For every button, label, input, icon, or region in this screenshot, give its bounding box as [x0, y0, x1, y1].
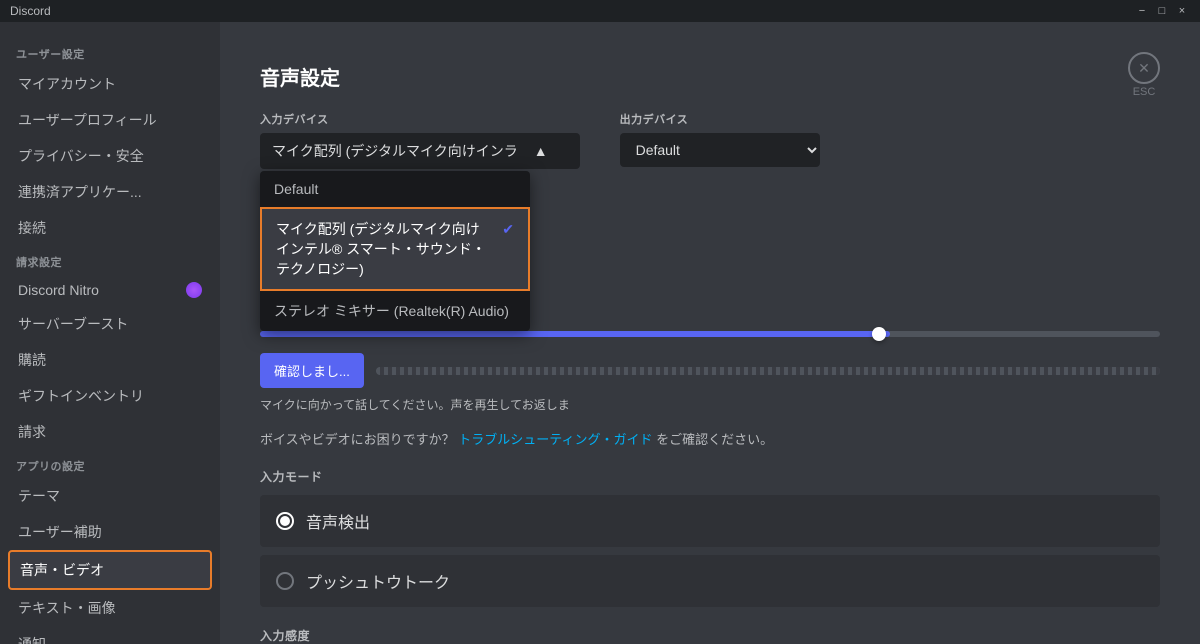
close-button[interactable]: ×	[1174, 3, 1190, 19]
minimize-button[interactable]: −	[1134, 3, 1150, 19]
sidebar-section-billing: 請求設定	[8, 246, 212, 274]
radio-circle-ptt	[276, 572, 294, 590]
input-device-chevron: ▲	[534, 143, 548, 159]
sidebar-item-billing[interactable]: 請求	[8, 414, 212, 450]
dropdown-item-mic-array[interactable]: マイク配列 (デジタルマイク向けインテル® スマート・サウンド・テクノロジー) …	[260, 207, 530, 291]
page-title: 音声設定	[260, 62, 1160, 91]
sidebar-item-linked-apps[interactable]: 連携済アプリケー...	[8, 174, 212, 210]
output-device-group: 出力デバイス Default	[620, 111, 820, 169]
app-container: Discord − □ × ユーザー設定 マイアカウント ユーザープロフィール …	[0, 0, 1200, 644]
troubleshoot-row: ボイスやビデオにお困りですか？ トラブルシューティング・ガイド をご確認ください…	[260, 429, 1160, 448]
esc-button[interactable]: ✕ ESC	[1128, 52, 1160, 98]
input-mode-section: 入力モード 音声検出 プッシュトウトーク	[260, 468, 1160, 607]
main-layout: ユーザー設定 マイアカウント ユーザープロフィール プライバシー・安全 連携済ア…	[0, 22, 1200, 644]
sensitivity-section: 入力感度 入力感度を自動調整する ✔ インジケーターが緑に点灯している時は、Di…	[260, 627, 1160, 644]
check-mark-icon: ✔	[502, 221, 514, 238]
input-device-group: 入力デバイス マイク配列 (デジタルマイク向けインラ ▲ ② Default	[260, 111, 580, 169]
sidebar-item-discord-nitro[interactable]: Discord Nitro	[8, 274, 212, 306]
sidebar: ユーザー設定 マイアカウント ユーザープロフィール プライバシー・安全 連携済ア…	[0, 22, 220, 644]
sidebar-item-server-boost[interactable]: サーバーブースト	[8, 306, 212, 342]
content-area: ✕ ESC 音声設定 入力デバイス マイク配列 (デジタルマイク向けインラ ▲	[220, 22, 1200, 644]
troubleshoot-link[interactable]: トラブルシューティング・ガイド	[458, 432, 652, 447]
sidebar-item-privacy-safety[interactable]: プライバシー・安全	[8, 138, 212, 174]
radio-push-to-talk[interactable]: プッシュトウトーク	[260, 555, 1160, 607]
sidebar-item-voice-video[interactable]: 音声・ビデオ	[8, 550, 212, 590]
app-title: Discord	[10, 4, 51, 18]
sidebar-item-connections[interactable]: 接続	[8, 210, 212, 246]
title-bar: Discord − □ ×	[0, 0, 1200, 22]
volume-slider-fill	[260, 331, 890, 337]
input-device-select-wrapper: マイク配列 (デジタルマイク向けインラ ▲ ② Default マイク配列 (デ…	[260, 133, 580, 169]
confirm-button[interactable]: 確認しまし...	[260, 353, 364, 388]
input-mode-label: 入力モード	[260, 468, 1160, 485]
input-device-select[interactable]: マイク配列 (デジタルマイク向けインラ ▲	[260, 133, 580, 169]
nitro-icon	[186, 282, 202, 298]
esc-label: ESC	[1133, 86, 1156, 98]
maximize-button[interactable]: □	[1154, 3, 1170, 19]
sidebar-item-text-image[interactable]: テキスト・画像	[8, 590, 212, 626]
audio-bar-container	[376, 367, 1160, 375]
volume-slider-track[interactable]	[260, 331, 1160, 337]
sidebar-section-app-settings: アプリの設定	[8, 450, 212, 478]
sensitivity-header: 入力感度	[260, 627, 1160, 644]
input-device-label: 入力デバイス	[260, 111, 580, 127]
sidebar-item-user-profile[interactable]: ユーザープロフィール	[8, 102, 212, 138]
volume-slider-thumb[interactable]	[872, 327, 886, 341]
output-device-label: 出力デバイス	[620, 111, 820, 127]
title-bar-left: Discord	[10, 4, 51, 18]
sidebar-item-user-assist[interactable]: ユーザー補助	[8, 514, 212, 550]
test-section: 確認しまし... マイクに向かって話してください。声を再生してお返しま	[260, 353, 1160, 413]
esc-circle: ✕	[1128, 52, 1160, 84]
test-description: マイクに向かって話してください。声を再生してお返しま	[260, 396, 1160, 413]
sidebar-item-my-account[interactable]: マイアカウント	[8, 66, 212, 102]
sidebar-item-notifications[interactable]: 通知	[8, 626, 212, 644]
sidebar-item-theme[interactable]: テーマ	[8, 478, 212, 514]
input-device-dropdown: ② Default マイク配列 (デジタルマイク向けインテル® スマート・サウン…	[260, 171, 530, 331]
dropdown-item-stereo-mixer[interactable]: ステレオ ミキサー (Realtek(R) Audio)	[260, 291, 530, 331]
sensitivity-title: 入力感度	[260, 627, 310, 644]
sidebar-item-gift-inventory[interactable]: ギフトインベントリ	[8, 378, 212, 414]
radio-voice-detection[interactable]: 音声検出	[260, 495, 1160, 547]
radio-label-ptt: プッシュトウトーク	[306, 569, 450, 593]
sidebar-section-user-settings: ユーザー設定	[8, 38, 212, 66]
title-bar-controls: − □ ×	[1134, 3, 1190, 19]
test-row: 確認しまし...	[260, 353, 1160, 388]
device-form-row: 入力デバイス マイク配列 (デジタルマイク向けインラ ▲ ② Default	[260, 111, 1160, 169]
input-mode-radio-group: 音声検出 プッシュトウトーク	[260, 495, 1160, 607]
output-device-select-wrapper: Default	[620, 133, 820, 167]
radio-label-voice: 音声検出	[306, 509, 370, 533]
radio-inner-voice	[280, 516, 290, 526]
sidebar-item-purchase[interactable]: 購読	[8, 342, 212, 378]
dropdown-item-default[interactable]: Default	[260, 171, 530, 207]
audio-bar-fill	[376, 367, 1160, 375]
radio-circle-voice	[276, 512, 294, 530]
output-device-select[interactable]: Default	[620, 133, 820, 167]
voice-video-row: ① 音声・ビデオ	[8, 550, 212, 590]
